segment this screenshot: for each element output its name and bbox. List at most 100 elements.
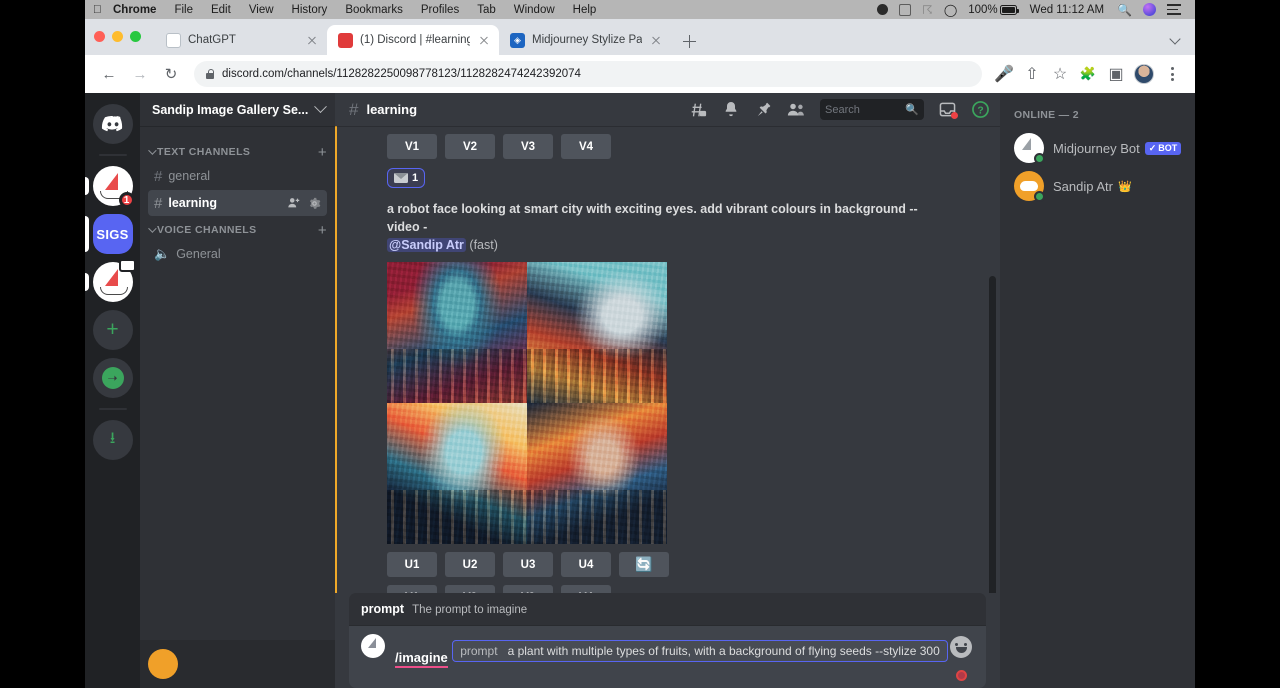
user-mention[interactable]: @Sandip Atr — [387, 238, 466, 252]
control-center-icon[interactable] — [1167, 4, 1181, 15]
bookmark-star-icon[interactable]: ☆ — [1047, 61, 1073, 87]
spotlight-search-icon[interactable]: 🔍 — [1117, 3, 1132, 17]
menu-chrome[interactable]: Chrome — [109, 4, 165, 16]
button-u4[interactable]: U4 — [561, 552, 611, 577]
profile-avatar[interactable] — [1131, 61, 1157, 87]
microphone-icon[interactable]: 🎤 — [991, 61, 1017, 87]
user-panel[interactable] — [140, 640, 335, 688]
composer-body[interactable]: /imagine prompta plant with multiple typ… — [395, 634, 974, 668]
image-quadrant-1[interactable] — [387, 262, 527, 403]
avatar[interactable] — [1014, 171, 1044, 201]
new-tab-button[interactable] — [675, 27, 703, 55]
sidebar-item-server-boat-1[interactable]: 1 — [93, 166, 133, 206]
message-list[interactable]: V1 V2 V3 V4 1 a robot face looking at sm… — [335, 126, 1000, 593]
close-window-button[interactable] — [94, 31, 105, 42]
sidebar-item-server-sigs[interactable]: SIGS — [93, 214, 133, 254]
button-v3[interactable]: V3 — [503, 585, 553, 593]
category-text-channels[interactable]: TEXT CHANNELS + — [140, 142, 335, 162]
menu-bookmarks[interactable]: Bookmarks — [336, 4, 412, 16]
image-quadrant-2[interactable] — [527, 262, 667, 403]
image-quadrant-4[interactable] — [527, 403, 667, 544]
menu-edit[interactable]: Edit — [202, 4, 240, 16]
image-quadrant-3[interactable] — [387, 403, 527, 544]
button-v1[interactable]: V1 — [387, 134, 437, 159]
close-icon[interactable] — [649, 33, 663, 47]
guild-header-button[interactable]: Sandip Image Gallery Se... — [140, 93, 335, 126]
slash-command[interactable]: /imagine — [395, 650, 448, 668]
pinned-messages-icon[interactable] — [754, 100, 773, 119]
inbox-icon[interactable] — [938, 100, 957, 119]
back-icon[interactable]: ← — [95, 60, 123, 88]
wifi-icon[interactable]: ◯ — [944, 3, 957, 17]
button-v1[interactable]: V1 — [387, 585, 437, 593]
tab-chatgpt[interactable]: ◎ ChatGPT — [155, 25, 327, 55]
sidebar-item-learning[interactable]: # learning — [148, 190, 327, 216]
message-composer[interactable]: /imagine prompta plant with multiple typ… — [349, 626, 986, 688]
generated-image-grid[interactable] — [387, 262, 667, 544]
siri-icon[interactable] — [1143, 3, 1156, 16]
list-item[interactable]: Midjourney Bot ✓BOT — [1014, 129, 1195, 167]
help-icon[interactable]: ? — [971, 100, 990, 119]
close-icon[interactable] — [477, 33, 491, 47]
record-icon[interactable] — [877, 4, 888, 15]
button-u2[interactable]: U2 — [445, 552, 495, 577]
menu-bar-clock[interactable]: Wed 11:12 AM — [1028, 4, 1106, 16]
channel-settings-gear-icon[interactable] — [307, 196, 321, 210]
sidebar-item-voice-general[interactable]: 🔈 General — [148, 241, 327, 267]
bluetooth-icon[interactable]: ☈ — [922, 3, 933, 17]
download-apps-button[interactable]: ⭳ — [93, 420, 133, 460]
menu-tab[interactable]: Tab — [468, 4, 505, 16]
chrome-menu-icon[interactable] — [1159, 61, 1185, 87]
button-u3[interactable]: U3 — [503, 552, 553, 577]
emoji-picker-icon[interactable] — [950, 636, 972, 658]
category-voice-channels[interactable]: VOICE CHANNELS + — [140, 220, 335, 240]
side-panel-icon[interactable]: ▣ — [1103, 61, 1129, 87]
search-input[interactable]: Search 🔍 — [820, 99, 924, 120]
extensions-icon[interactable]: 🧩 — [1075, 61, 1101, 87]
sidebar-item-server-boat-2[interactable] — [93, 262, 133, 302]
threads-icon[interactable] — [688, 100, 707, 119]
prompt-input[interactable]: prompta plant with multiple types of fru… — [452, 640, 948, 662]
message-scrollbar[interactable] — [989, 276, 996, 593]
button-v3[interactable]: V3 — [503, 134, 553, 159]
menu-history[interactable]: History — [283, 4, 337, 16]
menu-help[interactable]: Help — [564, 4, 606, 16]
tab-midjourney[interactable]: ◈ Midjourney Stylize Parameter — [499, 25, 671, 55]
reload-icon[interactable]: ↻ — [157, 60, 185, 88]
avatar — [361, 634, 385, 658]
screen-icon[interactable] — [899, 4, 911, 16]
menu-view[interactable]: View — [240, 4, 283, 16]
button-u1[interactable]: U1 — [387, 552, 437, 577]
apple-logo-icon[interactable]:  — [93, 4, 109, 16]
sidebar-item-direct-messages[interactable] — [93, 104, 133, 144]
notifications-bell-icon[interactable] — [721, 100, 740, 119]
avatar[interactable] — [148, 649, 178, 679]
menu-window[interactable]: Window — [505, 4, 564, 16]
add-server-button[interactable]: + — [93, 310, 133, 350]
create-invite-icon[interactable] — [287, 196, 301, 210]
member-list-icon[interactable] — [787, 100, 806, 119]
button-reroll[interactable]: 🔄 — [619, 552, 669, 577]
share-icon[interactable]: ⇧ — [1019, 61, 1045, 87]
list-item[interactable]: Sandip Atr 👑 — [1014, 167, 1195, 205]
close-icon[interactable] — [305, 33, 319, 47]
tab-discord[interactable]: (1) Discord | #learning | Sandip — [327, 25, 499, 55]
button-v4[interactable]: V4 — [561, 134, 611, 159]
minimize-window-button[interactable] — [112, 31, 123, 42]
battery-icon[interactable]: 100% — [968, 4, 1016, 16]
reaction-envelope-top[interactable]: 1 — [387, 168, 425, 188]
chevron-down-icon[interactable] — [1171, 35, 1181, 41]
maximize-window-button[interactable] — [130, 31, 141, 42]
forward-icon[interactable]: → — [126, 60, 154, 88]
explore-servers-button[interactable]: ➝ — [93, 358, 133, 398]
button-v4[interactable]: V4 — [561, 585, 611, 593]
address-bar[interactable]: discord.com/channels/1128282250098778123… — [194, 61, 982, 87]
button-v2[interactable]: V2 — [445, 585, 495, 593]
sidebar-item-general[interactable]: # general — [148, 163, 327, 189]
create-channel-icon[interactable]: + — [318, 222, 327, 239]
create-channel-icon[interactable]: + — [318, 144, 327, 161]
avatar[interactable] — [1014, 133, 1044, 163]
menu-file[interactable]: File — [165, 4, 202, 16]
menu-profiles[interactable]: Profiles — [412, 4, 468, 16]
button-v2[interactable]: V2 — [445, 134, 495, 159]
